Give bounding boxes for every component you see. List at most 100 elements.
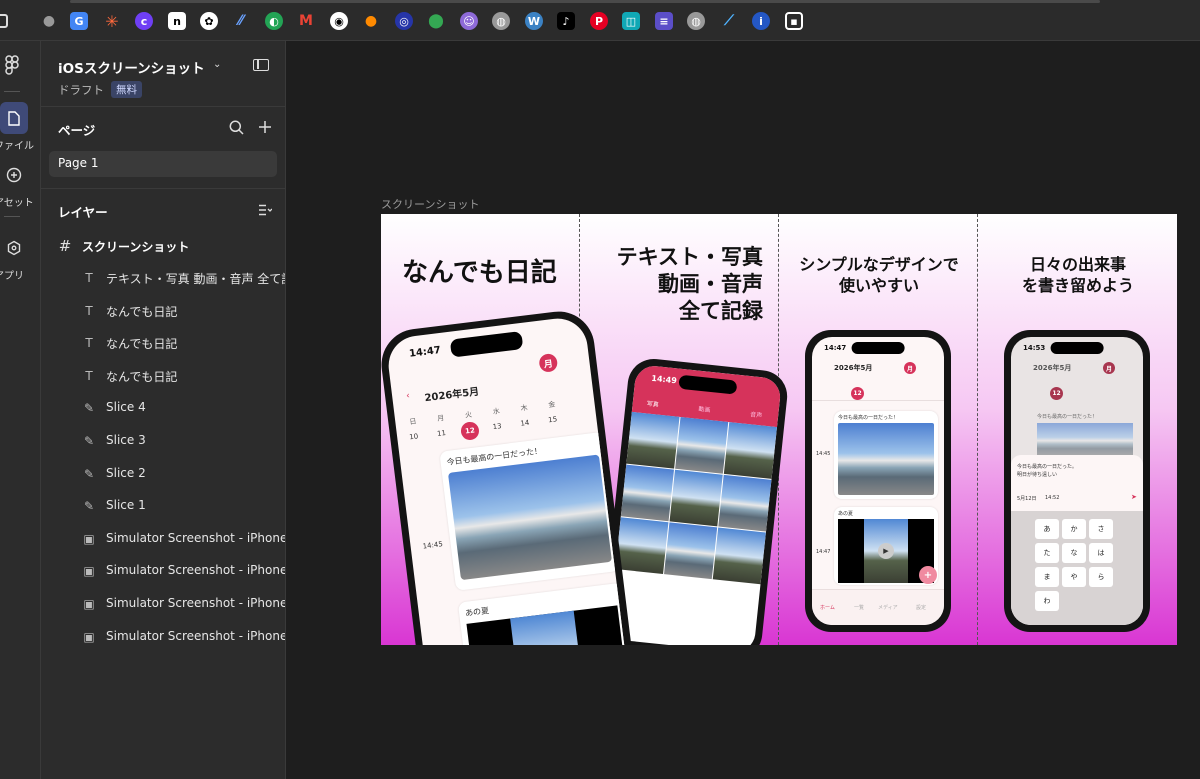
file-title[interactable]: iOSスクリーンショット xyxy=(58,57,205,77)
diary-entry-card[interactable]: 今日も最高の一日だった！ xyxy=(439,431,621,591)
date-cell[interactable]: 15 xyxy=(548,415,558,424)
headline-slice-1[interactable]: なんでも日記 xyxy=(402,252,557,289)
date-cell[interactable]: 10 xyxy=(409,432,419,441)
month-view-button[interactable]: 月 xyxy=(538,352,559,373)
media-thumb[interactable] xyxy=(626,411,680,469)
media-tab-video[interactable]: 動画 xyxy=(698,404,711,414)
layer-row[interactable]: T テキスト・写真 動画・音声 全て記録 xyxy=(41,263,285,293)
add-entry-button[interactable]: + xyxy=(919,566,937,584)
compose-sheet[interactable]: 今日も最高の一日だった。 明日が待ち遠しい 5月12日 14:52 ➤ あかさた… xyxy=(1011,455,1143,625)
wordpress-icon[interactable]: W xyxy=(525,12,543,30)
tab-settings[interactable]: 設定 xyxy=(916,604,926,611)
chat-icon[interactable]: ◐ xyxy=(265,12,283,30)
layer-row[interactable]: ▣ Simulator Screenshot - iPhone 17 xyxy=(41,589,285,619)
gmail-icon[interactable]: M xyxy=(297,12,315,30)
keyboard-key[interactable]: や xyxy=(1062,567,1086,587)
layer-row[interactable]: T なんでも日記 xyxy=(41,296,285,326)
media-tab-audio[interactable]: 音声 xyxy=(750,409,763,419)
pinterest-icon[interactable]: P xyxy=(590,12,608,30)
chatgpt-icon[interactable]: ✿ xyxy=(200,12,218,30)
info-app-icon[interactable]: i xyxy=(752,12,770,30)
search-pages-button[interactable] xyxy=(227,118,245,136)
layer-row[interactable]: ✎ Slice 2 xyxy=(41,459,285,489)
layer-options-button[interactable] xyxy=(256,201,274,219)
page-item[interactable]: Page 1 xyxy=(49,151,277,177)
date-cell[interactable]: 12 xyxy=(459,420,481,442)
avatar-app-icon[interactable]: ☺ xyxy=(460,12,478,30)
globe-icon-2[interactable]: ◍ xyxy=(687,12,705,30)
layer-row[interactable]: T なんでも日記 xyxy=(41,328,285,358)
keyboard-key[interactable]: ら xyxy=(1089,567,1113,587)
sidebar-toggle-icon[interactable] xyxy=(253,59,269,71)
file-tab[interactable] xyxy=(0,102,28,134)
app-shortcut-icon[interactable]: ⁄⁄ xyxy=(232,12,250,30)
apps-grid-icon[interactable] xyxy=(0,14,8,28)
flutter-icon[interactable]: ⟋ xyxy=(720,12,738,30)
github-icon[interactable]: ◉ xyxy=(330,12,348,30)
canva-icon[interactable]: c xyxy=(135,12,153,30)
claude-icon[interactable]: ✳ xyxy=(103,12,121,31)
date-cell[interactable]: 13 xyxy=(492,422,502,431)
month-view-button[interactable]: 月 xyxy=(1103,362,1115,374)
tiktok-icon[interactable]: ♪ xyxy=(557,12,575,30)
layer-frame[interactable]: # スクリーンショット xyxy=(41,231,285,261)
keyboard-key[interactable]: ま xyxy=(1035,567,1059,587)
layer-row[interactable]: ▣ Simulator Screenshot - iPhone 17 xyxy=(41,622,285,652)
layer-row[interactable]: ▣ Simulator Screenshot - iPhone 17 xyxy=(41,556,285,586)
tab-home[interactable]: ホーム xyxy=(820,604,835,611)
entry-photo[interactable] xyxy=(838,423,934,495)
maps-pin-icon[interactable]: ⬤ xyxy=(427,12,445,30)
chevron-down-icon[interactable]: ⌄ xyxy=(213,59,221,70)
headline-slice-3[interactable]: シンプルなデザインで 使いやすい xyxy=(781,254,977,296)
plan-badge[interactable]: 無料 xyxy=(111,81,142,98)
selected-date[interactable]: 12 xyxy=(1050,387,1063,400)
firefox-icon[interactable]: ● xyxy=(362,12,380,30)
figma-logo-icon[interactable] xyxy=(4,55,20,75)
media-thumb[interactable] xyxy=(718,474,772,532)
media-tab-photo[interactable]: 写真 xyxy=(646,398,659,408)
headline-slice-4[interactable]: 日々の出来事 を書き留めよう xyxy=(979,254,1177,296)
notion-icon[interactable]: n xyxy=(168,12,186,30)
media-thumb[interactable] xyxy=(620,464,675,522)
entry-photo[interactable] xyxy=(447,454,612,581)
tab-list[interactable]: 一覧 xyxy=(854,604,864,611)
media-thumb[interactable] xyxy=(675,416,729,474)
layer-row[interactable]: T なんでも日記 xyxy=(41,361,285,391)
media-thumb[interactable] xyxy=(712,527,766,585)
layer-row[interactable]: ✎ Slice 4 xyxy=(41,393,285,423)
keyboard-key[interactable]: か xyxy=(1062,519,1086,539)
apps-tab[interactable] xyxy=(0,232,28,264)
diary-entry-card[interactable]: 今日も最高の一日だった！ xyxy=(834,411,938,499)
diary-entry-card-2[interactable]: あの夏 xyxy=(457,582,631,645)
tab-media[interactable]: メディア xyxy=(878,604,898,611)
send-icon[interactable]: ➤ xyxy=(1131,493,1137,501)
selected-date[interactable]: 12 xyxy=(851,387,864,400)
keyboard-key[interactable]: な xyxy=(1062,543,1086,563)
keyboard-key[interactable]: は xyxy=(1089,543,1113,563)
google-translate-icon[interactable]: G xyxy=(70,12,88,30)
layer-row[interactable]: ✎ Slice 1 xyxy=(41,491,285,521)
media-thumb[interactable] xyxy=(664,522,718,580)
keyboard-key[interactable]: あ xyxy=(1035,519,1059,539)
apple-icon[interactable]: ● xyxy=(40,12,58,30)
keyboard-key[interactable]: さ xyxy=(1089,519,1113,539)
assets-tab[interactable] xyxy=(0,159,28,191)
globe-app-icon[interactable]: ◎ xyxy=(395,12,413,30)
month-view-button[interactable]: 月 xyxy=(904,362,916,374)
date-chip[interactable]: 5月12日 xyxy=(1017,495,1037,502)
play-icon[interactable]: ▶ xyxy=(878,543,894,559)
layer-row[interactable]: ✎ Slice 3 xyxy=(41,426,285,456)
prev-month-icon[interactable]: ‹ xyxy=(406,391,411,401)
frame-label[interactable]: スクリーンショット xyxy=(381,196,479,212)
keyboard-key[interactable]: た xyxy=(1035,543,1059,563)
keyboard[interactable]: あかさたなはまやらわ xyxy=(1011,511,1143,625)
date-cell[interactable]: 14 xyxy=(520,419,530,428)
keyboard-key[interactable]: わ xyxy=(1035,591,1059,611)
globe-icon[interactable]: ◍ xyxy=(492,12,510,30)
time-chip[interactable]: 14:52 xyxy=(1045,495,1059,501)
add-page-button[interactable] xyxy=(256,118,274,136)
layer-row[interactable]: ▣ Simulator Screenshot - iPhone 17 xyxy=(41,524,285,554)
screenshot-frame[interactable]: なんでも日記 テキスト・写真 動画・音声 全て記録 シンプルなデザインで 使いや… xyxy=(381,214,1177,645)
headline-slice-2[interactable]: テキスト・写真 動画・音声 全て記録 xyxy=(581,244,763,325)
focus-app-icon[interactable]: ▪ xyxy=(785,12,803,30)
